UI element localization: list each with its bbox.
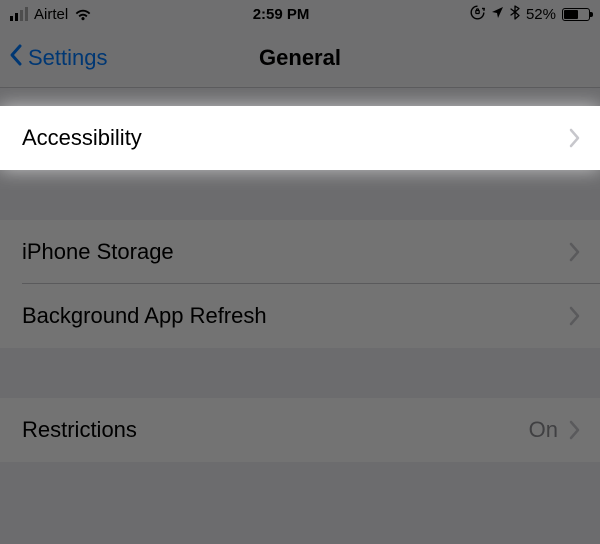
row-label: iPhone Storage: [22, 239, 174, 265]
back-label: Settings: [28, 45, 108, 71]
row-label: Background App Refresh: [22, 303, 267, 329]
status-bar-time: 2:59 PM: [253, 6, 310, 23]
wifi-icon: [74, 8, 92, 21]
status-bar: Airtel 2:59 PM 52%: [0, 0, 600, 28]
group-gap: [0, 88, 600, 106]
row-restrictions[interactable]: Restrictions On: [0, 398, 600, 462]
bluetooth-icon: [510, 5, 520, 24]
status-bar-right: 52%: [470, 5, 590, 24]
row-background-app-refresh[interactable]: Background App Refresh: [0, 284, 600, 348]
chevron-right-icon: [568, 306, 580, 326]
back-button[interactable]: Settings: [8, 28, 108, 87]
chevron-right-icon: [568, 242, 580, 262]
nav-bar: Settings General: [0, 28, 600, 88]
row-label: Restrictions: [22, 417, 137, 443]
row-value: On: [529, 417, 558, 443]
carrier-label: Airtel: [34, 6, 68, 23]
group-gap: [0, 462, 600, 522]
row-accessibility[interactable]: Accessibility: [0, 106, 600, 170]
cell-signal-icon: [10, 7, 28, 21]
row-iphone-storage[interactable]: iPhone Storage: [0, 220, 600, 284]
content: Accessibility iPhone Storage Background …: [0, 88, 600, 522]
group-gap: [0, 348, 600, 398]
status-bar-left: Airtel: [10, 6, 92, 23]
location-icon: [491, 6, 504, 23]
page-title: General: [259, 45, 341, 71]
chevron-right-icon: [568, 420, 580, 440]
ios-settings-screen: Airtel 2:59 PM 52% Settings: [0, 0, 600, 544]
orientation-lock-icon: [470, 5, 485, 24]
battery-icon: [562, 8, 590, 21]
row-label: Accessibility: [22, 125, 142, 151]
chevron-left-icon: [8, 43, 24, 73]
chevron-right-icon: [568, 128, 580, 148]
group-gap: [0, 170, 600, 220]
battery-percent-label: 52%: [526, 6, 556, 23]
